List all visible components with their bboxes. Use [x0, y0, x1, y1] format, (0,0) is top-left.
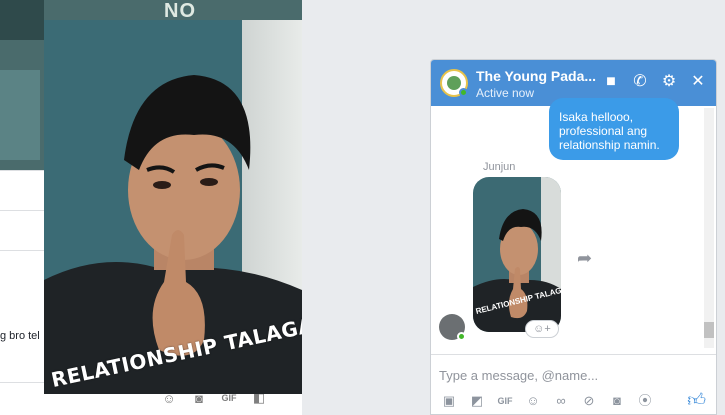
message-list[interactable]: Isaka hellooo, professional ang relation… [431, 98, 716, 354]
online-indicator [459, 88, 468, 97]
photo-icon[interactable]: ▣ [439, 391, 459, 411]
reaction-button[interactable]: ☺+ [525, 320, 559, 338]
video-call-icon[interactable]: ■ [601, 72, 621, 92]
comment-input-snippet[interactable]: g bro tel [0, 326, 44, 348]
link-icon[interactable]: ∞ [551, 391, 571, 411]
scrollbar-thumb[interactable] [704, 322, 714, 338]
sticker-icon[interactable]: ◩ [467, 391, 487, 411]
photo-viewer[interactable]: RELATIONSHIP TALAGA? [44, 20, 302, 394]
gif-icon[interactable]: GIF [495, 391, 515, 411]
close-icon[interactable]: ✕ [688, 72, 708, 92]
gear-icon[interactable]: ⚙ [659, 72, 679, 92]
scrollbar[interactable] [704, 108, 714, 348]
chat-status: Active now [476, 86, 535, 100]
chat-title[interactable]: The Young Pada... [476, 68, 596, 84]
chat-window: The Young Pada... Active now ■ ✆ ⚙ ✕ Isa… [430, 59, 717, 415]
image-message[interactable]: RELATIONSHIP TALAGA? [473, 177, 561, 332]
feed-row [0, 170, 46, 210]
phone-icon[interactable]: ✆ [630, 72, 650, 92]
outgoing-message: Isaka hellooo, professional ang relation… [549, 98, 679, 160]
group-avatar[interactable] [440, 69, 468, 97]
sender-name: Junjun [483, 161, 516, 173]
feed-row [0, 250, 46, 290]
message-input[interactable] [439, 365, 699, 385]
voice-icon[interactable]: ⦿ [635, 391, 655, 411]
gif-icon[interactable]: GIF [220, 393, 238, 403]
avatar[interactable] [439, 314, 466, 341]
attachment-icon[interactable]: ⊘ [579, 391, 599, 411]
like-icon[interactable]: 👍︎ [687, 389, 706, 411]
online-indicator [457, 332, 466, 341]
feed-row [0, 210, 46, 250]
message-composer: ▣ ◩ GIF ☺ ∞ ⊘ ◙ ⦿ 👍︎ [431, 354, 716, 414]
emoji-icon[interactable]: ☺ [523, 391, 543, 411]
composer-toolbar: ▣ ◩ GIF ☺ ∞ ⊘ ◙ ⦿ [439, 391, 655, 411]
camera-icon[interactable]: ◙ [607, 391, 627, 411]
chat-header-actions: ■ ✆ ⚙ ✕ [601, 72, 708, 92]
forward-icon[interactable]: ➦ [577, 248, 592, 269]
